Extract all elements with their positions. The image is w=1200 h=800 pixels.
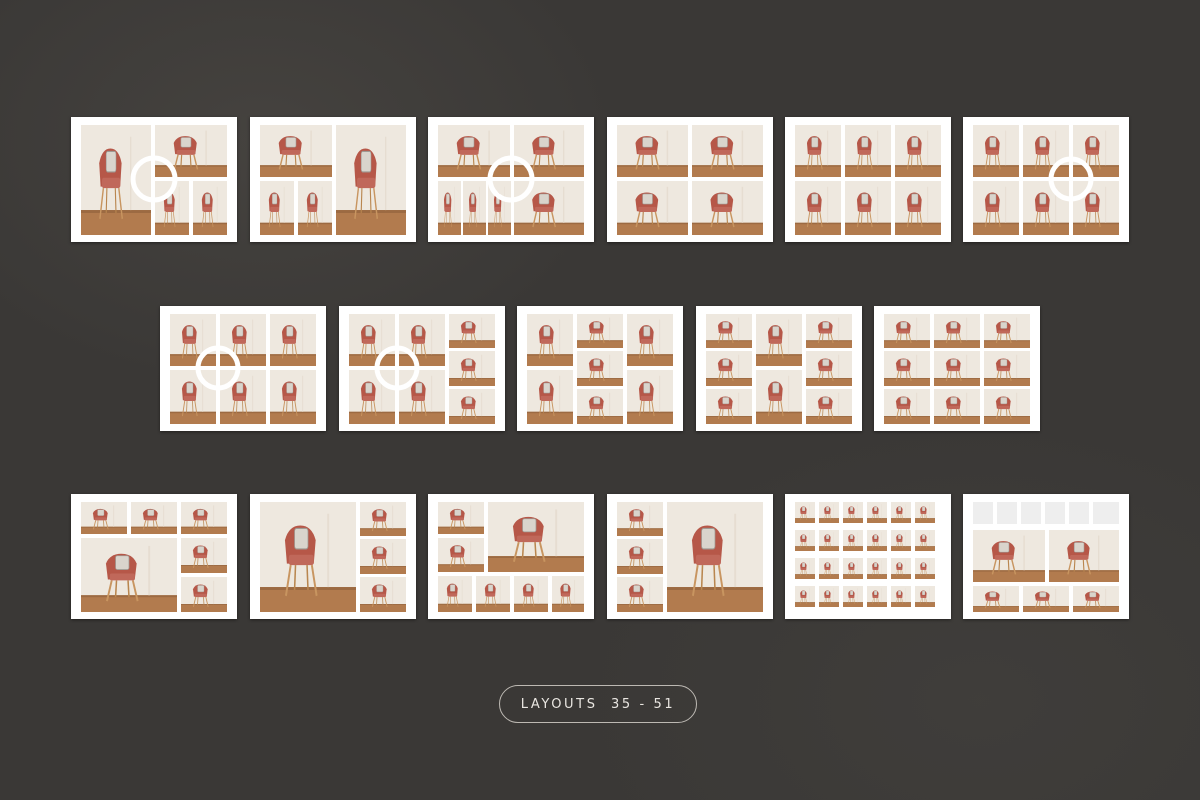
layouts-range-caption: LAYOUTS 35 - 51: [499, 685, 697, 723]
layout-board-37[interactable]: [428, 117, 594, 242]
layouts-range-label: LAYOUTS 35 - 51: [520, 696, 676, 712]
layout-board-51[interactable]: [963, 494, 1129, 619]
layout-board-50[interactable]: [785, 494, 951, 619]
layout-48-collage: [438, 502, 584, 612]
layout-board-36[interactable]: [250, 117, 416, 242]
layout-51-collage: [973, 502, 1119, 612]
layout-board-39[interactable]: [785, 117, 951, 242]
layout-46-collage: [81, 502, 227, 612]
layout-38-collage: [617, 125, 763, 235]
layout-35-collage: [81, 125, 227, 235]
layout-40-collage: [973, 125, 1119, 235]
layout-47-collage: [260, 502, 406, 612]
layout-50-collage: [795, 502, 935, 607]
layout-board-35[interactable]: [71, 117, 237, 242]
layout-49-collage: [617, 502, 763, 612]
layout-board-46[interactable]: [71, 494, 237, 619]
layout-42-collage: [349, 314, 495, 424]
layout-39-collage: [795, 125, 941, 235]
layout-36-collage: [260, 125, 406, 235]
layout-board-38[interactable]: [607, 117, 773, 242]
layout-45-collage: [884, 314, 1030, 424]
layout-board-45[interactable]: [874, 306, 1040, 431]
layout-37-collage: [438, 125, 584, 235]
layout-board-49[interactable]: [607, 494, 773, 619]
layout-board-41[interactable]: [160, 306, 326, 431]
layout-board-42[interactable]: [339, 306, 505, 431]
layout-41-collage: [170, 314, 316, 424]
layout-board-40[interactable]: [963, 117, 1129, 242]
layout-board-44[interactable]: [696, 306, 862, 431]
layout-44-collage: [706, 314, 852, 424]
layout-43-collage: [527, 314, 673, 424]
layout-board-47[interactable]: [250, 494, 416, 619]
layout-board-43[interactable]: [517, 306, 683, 431]
layout-board-48[interactable]: [428, 494, 594, 619]
